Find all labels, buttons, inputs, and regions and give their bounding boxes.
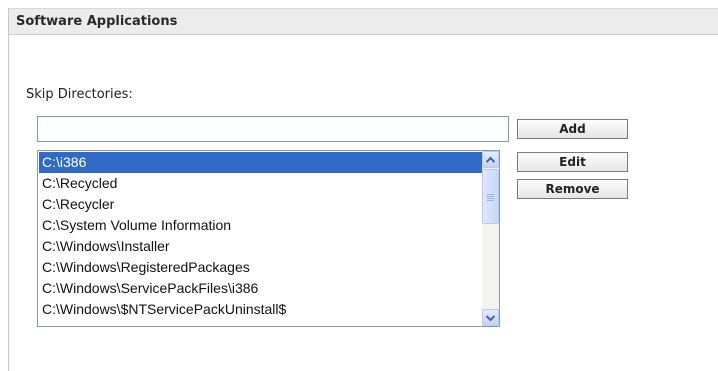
skip-directories-list[interactable]: C:\i386 C:\Recycled C:\Recycler C:\Syste… (37, 150, 500, 327)
vertical-scrollbar[interactable] (482, 151, 499, 326)
grip-line (487, 198, 494, 199)
list-item[interactable]: C:\Recycled (39, 173, 482, 194)
grip-line (487, 194, 494, 195)
scroll-down-arrow-icon (486, 315, 495, 322)
remove-button[interactable]: Remove (517, 179, 628, 199)
list-items: C:\i386 C:\Recycled C:\Recycler C:\Syste… (39, 152, 482, 320)
list-item[interactable]: C:\Windows\Installer (39, 236, 482, 257)
list-item[interactable]: C:\i386 (39, 152, 482, 173)
add-button[interactable]: Add (517, 119, 628, 139)
grip-line (487, 200, 494, 201)
scroll-down-button[interactable] (482, 309, 499, 326)
scroll-up-arrow-icon (486, 156, 495, 163)
edit-button[interactable]: Edit (517, 152, 628, 172)
list-item[interactable]: C:\Recycler (39, 194, 482, 215)
scroll-up-button[interactable] (482, 151, 499, 168)
grip-line (487, 196, 494, 197)
directory-input[interactable] (37, 116, 509, 142)
panel-title: Software Applications (16, 14, 178, 29)
panel-header: Software Applications (9, 8, 718, 35)
list-item[interactable]: C:\Windows\RegisteredPackages (39, 257, 482, 278)
list-item[interactable]: C:\Windows\ServicePackFiles\i386 (39, 278, 482, 299)
list-item[interactable]: C:\Windows\$NTServicePackUninstall$ (39, 299, 482, 320)
skip-directories-label: Skip Directories: (26, 87, 133, 102)
list-item[interactable]: C:\System Volume Information (39, 215, 482, 236)
scroll-thumb[interactable] (482, 169, 499, 224)
